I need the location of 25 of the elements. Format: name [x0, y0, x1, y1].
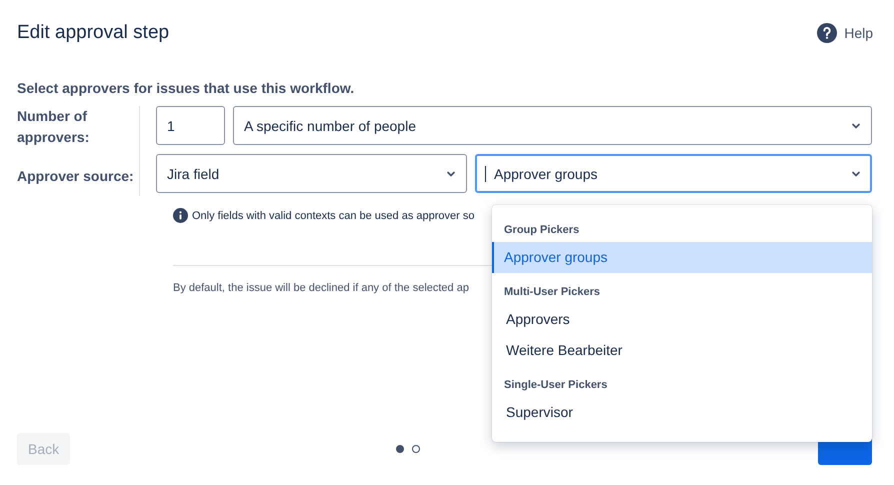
chevron-down-icon — [446, 168, 456, 178]
group-heading: Single-User Pickers — [503, 378, 608, 393]
dropdown-option[interactable]: Weitere Bearbeiter — [492, 335, 872, 366]
group-heading: Multi-User Pickers — [503, 285, 601, 300]
info-text: Only fields with valid contexts can be used as approver so — [192, 210, 474, 222]
note-text: By default, the issue will be declined if any of the selected ap — [173, 282, 469, 294]
dropdown-option[interactable]: Approvers — [492, 304, 872, 335]
dialog-title: Edit approval step — [17, 22, 170, 44]
help-icon — [817, 23, 838, 43]
dropdown-option[interactable]: Supervisor — [492, 397, 872, 428]
number-input-field[interactable]: 1 — [156, 106, 225, 145]
select-field[interactable]: Approver groups — [475, 154, 872, 193]
page-dot[interactable] — [396, 445, 404, 453]
field-label: Approver source: — [17, 167, 135, 186]
chevron-down-icon — [851, 120, 861, 130]
dropdown-option[interactable]: Approver groups — [492, 242, 872, 273]
group-heading: Group Pickers — [503, 223, 580, 238]
intro-text: Select approvers for issues that use this workflow. — [17, 80, 356, 96]
page-dot[interactable] — [412, 445, 420, 453]
help-button[interactable]: Help — [817, 23, 873, 43]
select-field[interactable]: Jira field — [156, 154, 467, 193]
info-icon — [173, 208, 188, 223]
field-label: Number of approvers: — [17, 107, 90, 147]
select-field[interactable]: A specific number of people — [233, 106, 872, 145]
chevron-down-icon — [851, 168, 861, 178]
